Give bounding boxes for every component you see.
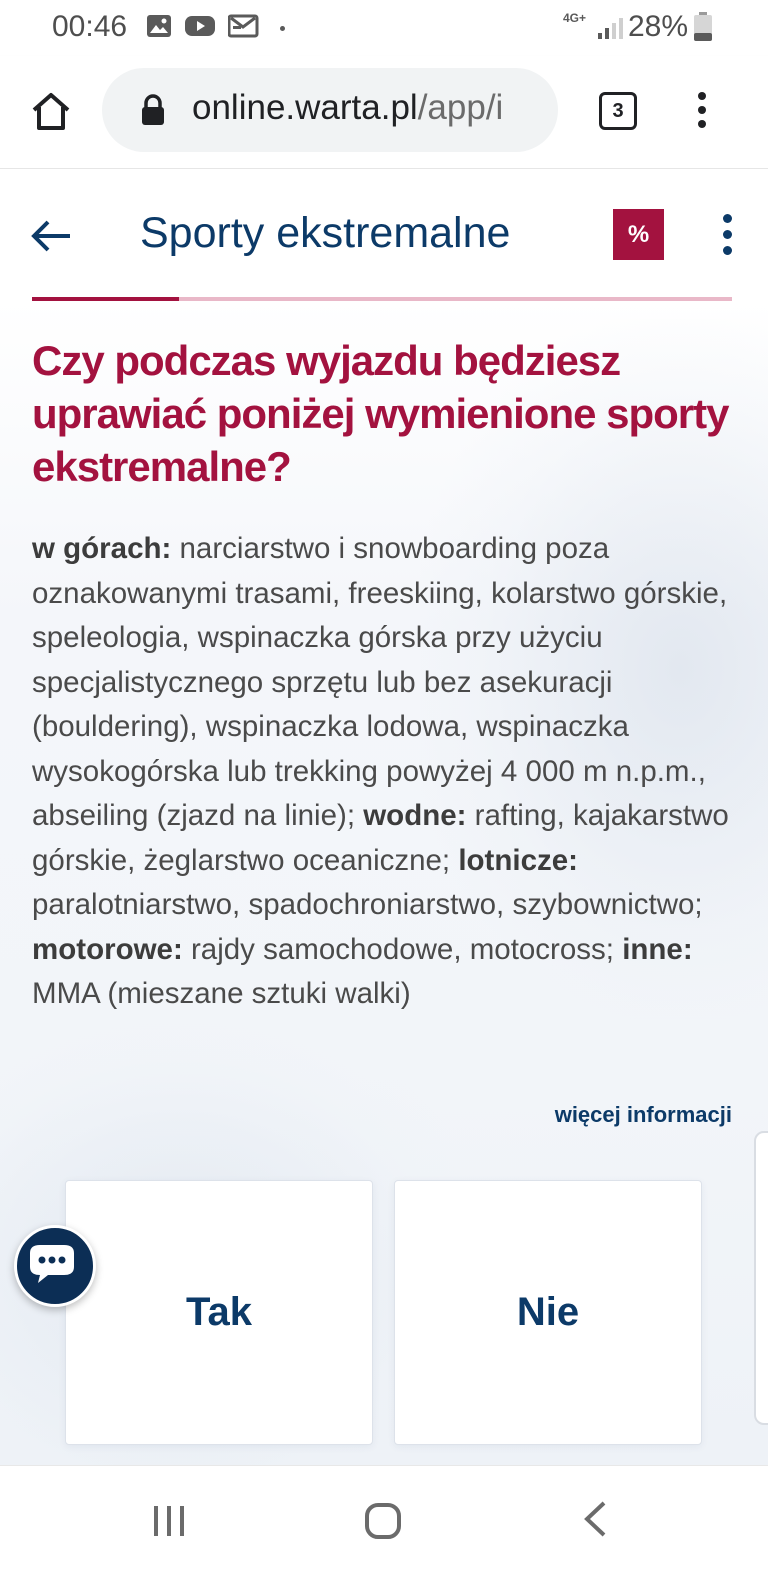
battery-percent: 28% (628, 10, 689, 43)
other-text: MMA (mieszane sztuki walki) (32, 977, 411, 1010)
home-nav-icon[interactable] (364, 1502, 402, 1545)
mountains-text: narciarstwo i snowboarding poza oznakowa… (32, 532, 728, 832)
more-options-icon[interactable] (723, 214, 732, 262)
browser-toolbar: online.warta.pl/app/i 3 (0, 56, 768, 169)
other-label: inne: (622, 932, 693, 966)
status-time: 00:46 (52, 10, 128, 43)
progress-bar-fill (32, 297, 179, 301)
page-header: Sporty ekstremalne % (0, 169, 768, 299)
youtube-icon (184, 14, 216, 43)
lock-icon (140, 94, 166, 131)
url-text: online.warta.pl/app/i (192, 88, 503, 128)
browser-menu-icon[interactable] (698, 92, 706, 134)
no-button[interactable]: Nie (394, 1180, 702, 1445)
side-panel-handle[interactable] (754, 1131, 768, 1425)
yes-button[interactable]: Tak (65, 1180, 373, 1445)
tab-switcher-button[interactable]: 3 (599, 92, 637, 130)
sports-description: w górach: narciarstwo i snowboarding poz… (32, 527, 742, 1017)
chat-button[interactable] (14, 1225, 96, 1307)
question-title: Czy podczas wyjazdu będziesz uprawiać po… (32, 337, 730, 490)
url-path: /app/i (417, 88, 504, 127)
battery-icon (693, 12, 713, 47)
motor-label: motorowe: (32, 932, 183, 966)
url-domain: online.warta.pl (192, 88, 418, 127)
air-text: paralotniarstwo, spadochroniarstwo, szyb… (32, 888, 703, 921)
back-nav-icon[interactable] (582, 1500, 608, 1543)
page: 00:46 4G+ 28% online.warta.pl/app/i 3 Sp… (0, 0, 768, 1579)
system-navigation-bar (0, 1465, 768, 1579)
air-label: lotnicze: (458, 843, 578, 877)
status-bar: 00:46 4G+ 28% (0, 0, 768, 56)
page-title: Sporty ekstremalne (140, 209, 511, 257)
home-icon[interactable] (30, 90, 72, 132)
gallery-icon (146, 14, 172, 43)
mail-icon (227, 13, 260, 44)
notification-icons (146, 13, 285, 44)
network-type: 4G+ (563, 11, 587, 25)
mountains-label: w górach: (32, 532, 172, 565)
address-bar[interactable]: online.warta.pl/app/i (102, 68, 558, 152)
motor-text: rajdy samochodowe, motocross; (182, 932, 623, 966)
progress-bar (32, 297, 732, 301)
water-label: wodne: (363, 799, 467, 832)
recent-apps-icon[interactable] (152, 1504, 186, 1543)
signal-icon (597, 18, 623, 45)
more-info-link[interactable]: więcej informacji (555, 1102, 732, 1128)
back-arrow-icon[interactable] (30, 219, 72, 258)
dot-icon (280, 26, 285, 31)
promo-code-button[interactable]: % (613, 209, 664, 260)
main-content: Sporty ekstremalne % Czy podczas wyjazdu… (0, 169, 768, 1465)
